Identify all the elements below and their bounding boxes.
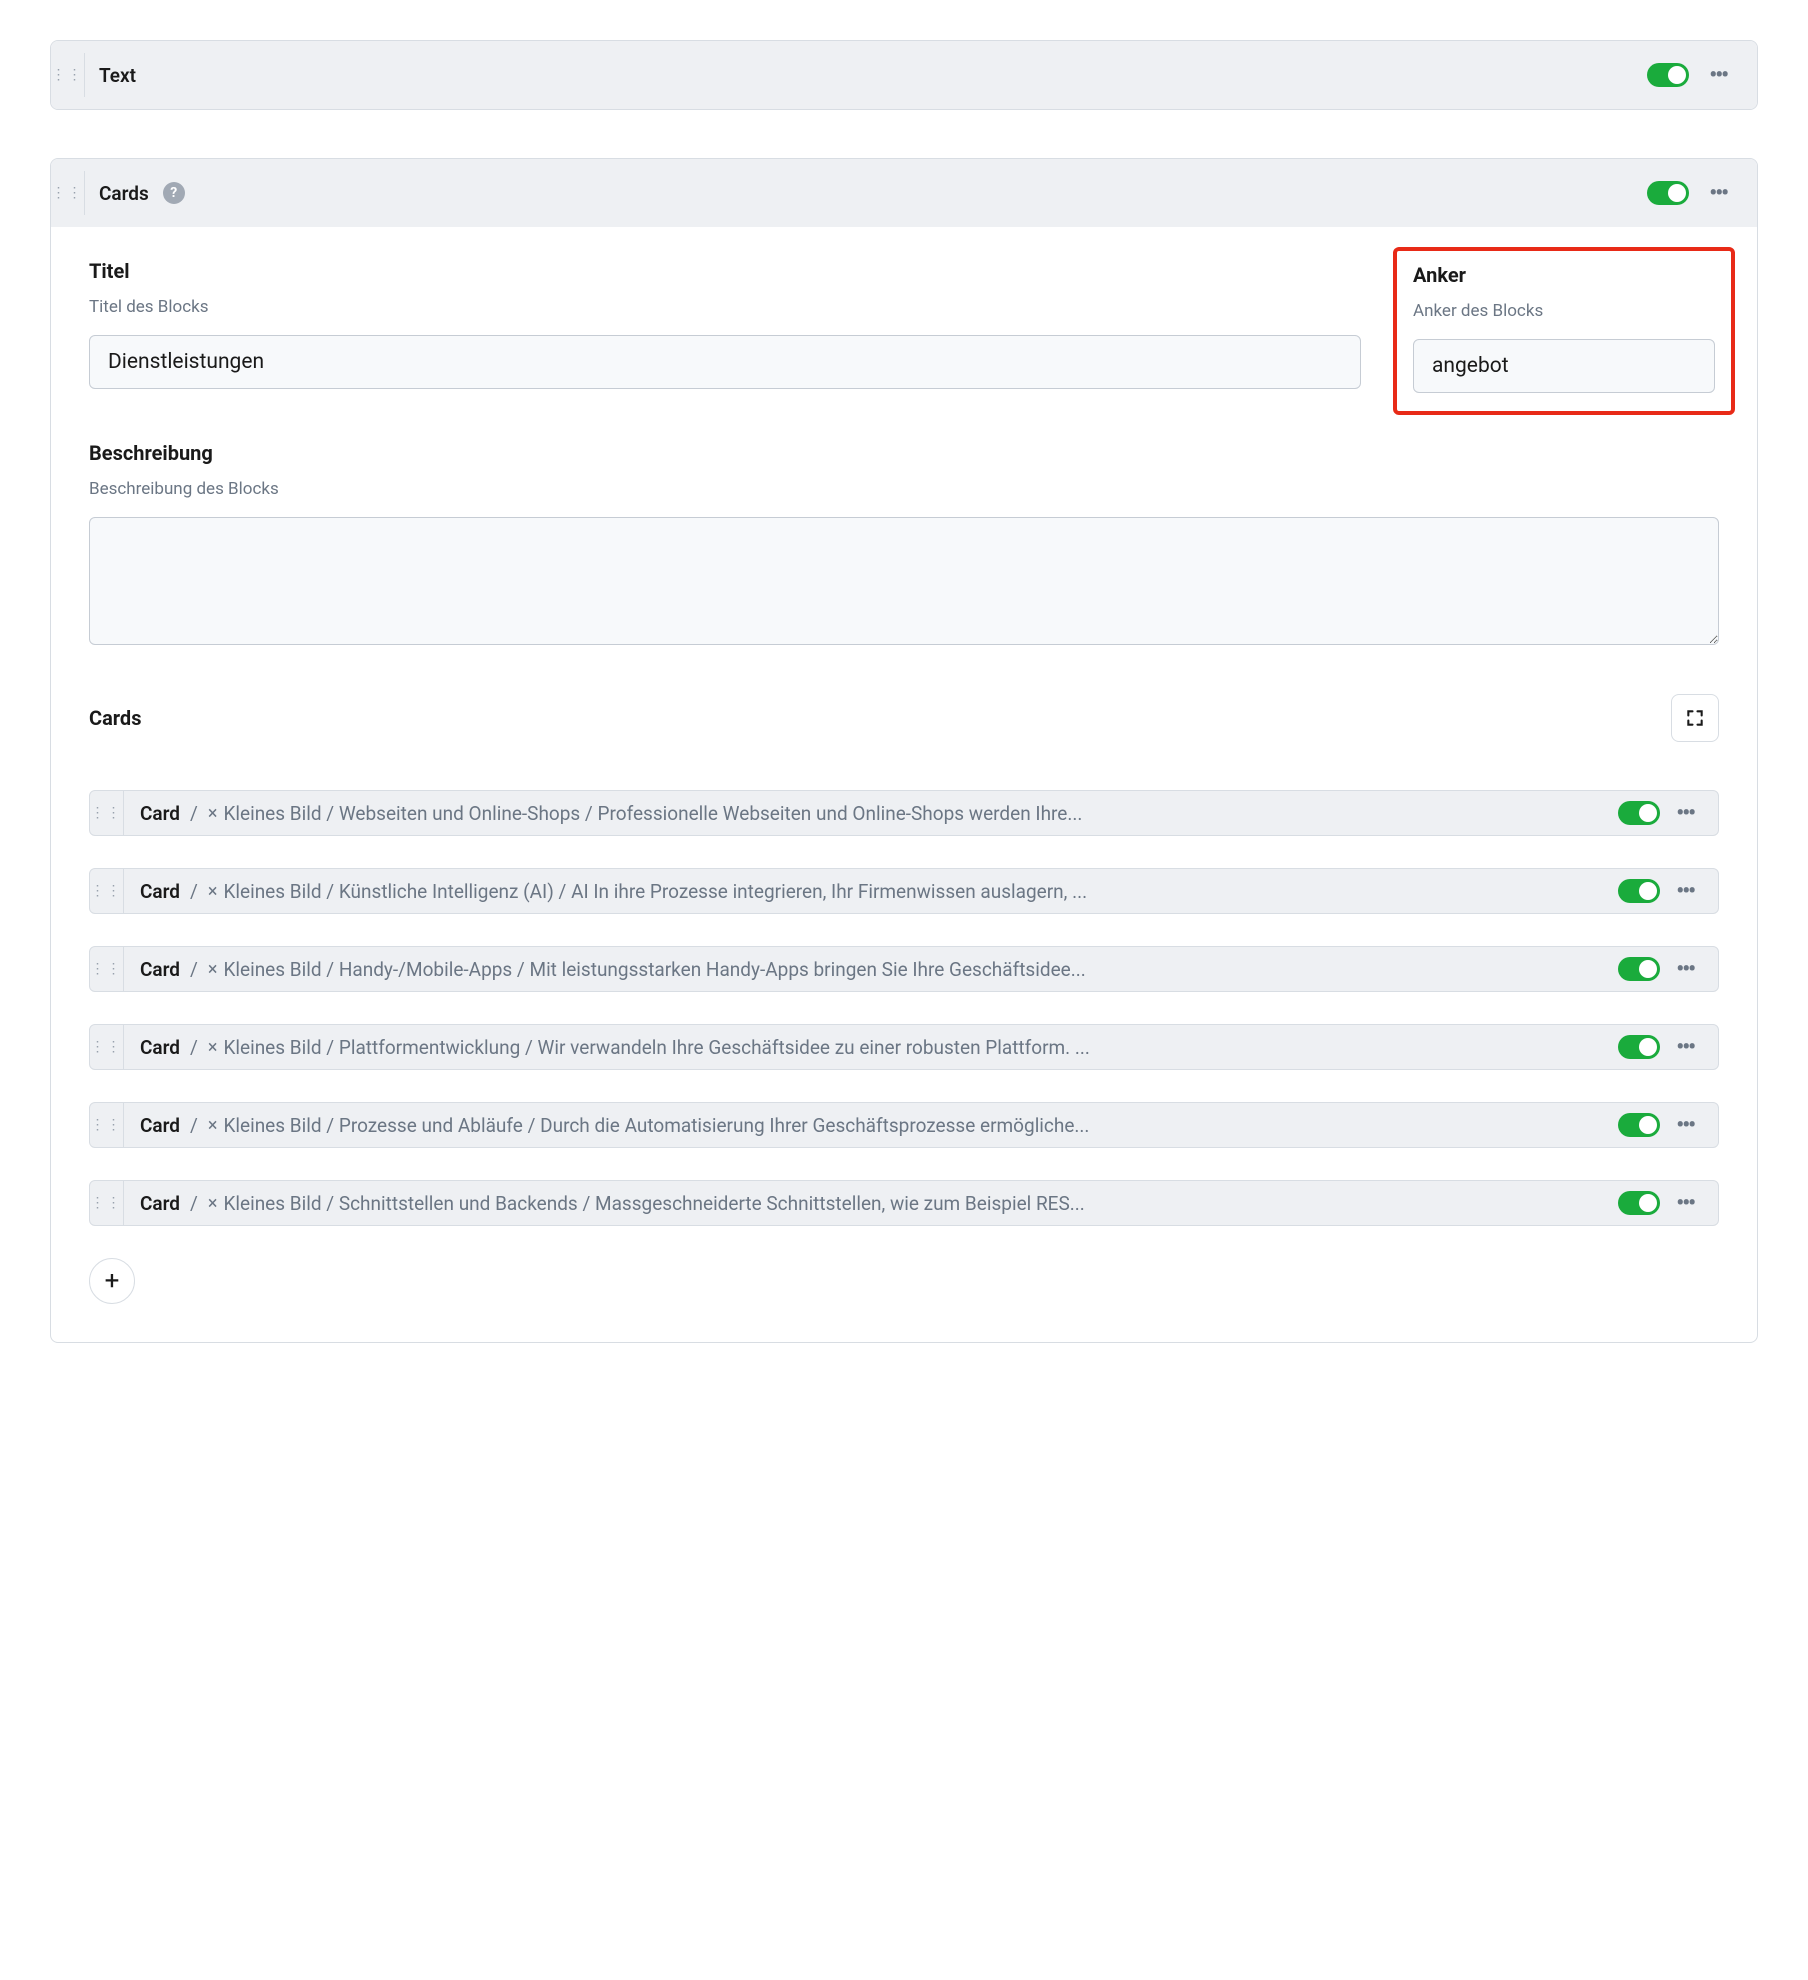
toggle-enabled[interactable] xyxy=(1618,1035,1660,1059)
add-card-button[interactable]: + xyxy=(89,1258,135,1304)
drag-handle-icon[interactable]: ⋮⋮ xyxy=(90,1103,124,1147)
field-beschreibung: Beschreibung Beschreibung des Blocks xyxy=(89,441,1719,650)
close-icon: × xyxy=(208,1037,224,1058)
card-description: Kleines Bild / Plattformentwicklung / Wi… xyxy=(223,1036,1602,1059)
anker-input[interactable] xyxy=(1413,339,1715,393)
cards-list: ⋮⋮Card/×Kleines Bild / Webseiten und Onl… xyxy=(89,790,1719,1226)
toggle-enabled[interactable] xyxy=(1618,879,1660,903)
more-icon[interactable]: ••• xyxy=(1670,957,1700,982)
more-icon[interactable]: ••• xyxy=(1670,801,1700,826)
card-description: Kleines Bild / Webseiten und Online-Shop… xyxy=(223,802,1602,825)
card-item[interactable]: ⋮⋮Card/×Kleines Bild / Künstliche Intell… xyxy=(89,868,1719,914)
field-sublabel: Anker des Blocks xyxy=(1413,301,1715,321)
close-icon: × xyxy=(208,959,224,980)
card-label: Card xyxy=(124,1114,180,1137)
field-sublabel: Titel des Blocks xyxy=(89,297,1361,317)
card-item[interactable]: ⋮⋮Card/×Kleines Bild / Schnittstellen un… xyxy=(89,1180,1719,1226)
card-label: Card xyxy=(124,802,180,825)
separator: / xyxy=(180,1114,208,1137)
card-item[interactable]: ⋮⋮Card/×Kleines Bild / Handy-/Mobile-App… xyxy=(89,946,1719,992)
card-description: Kleines Bild / Künstliche Intelligenz (A… xyxy=(223,880,1602,903)
card-description: Kleines Bild / Prozesse und Abläufe / Du… xyxy=(223,1114,1602,1137)
highlight-box: Anker Anker des Blocks xyxy=(1393,247,1735,415)
drag-handle-icon[interactable]: ⋮⋮ xyxy=(90,1025,124,1069)
block-text: ⋮⋮ Text ••• xyxy=(50,40,1758,110)
more-icon[interactable]: ••• xyxy=(1703,63,1733,88)
more-icon[interactable]: ••• xyxy=(1703,181,1733,206)
field-titel: Titel Titel des Blocks xyxy=(89,259,1361,397)
more-icon[interactable]: ••• xyxy=(1670,1191,1700,1216)
drag-handle-icon[interactable]: ⋮⋮ xyxy=(90,947,124,991)
close-icon: × xyxy=(208,881,224,902)
more-icon[interactable]: ••• xyxy=(1670,1035,1700,1060)
card-item[interactable]: ⋮⋮Card/×Kleines Bild / Plattformentwickl… xyxy=(89,1024,1719,1070)
block-header[interactable]: ⋮⋮ Text ••• xyxy=(51,41,1757,109)
close-icon: × xyxy=(208,1115,224,1136)
separator: / xyxy=(180,1036,208,1059)
card-label: Card xyxy=(124,880,180,903)
cards-section: Cards ⋮⋮Card/×Kleines Bild / Webseiten u… xyxy=(89,694,1719,1304)
field-anker: Anker Anker des Blocks xyxy=(1409,259,1719,397)
card-label: Card xyxy=(124,1192,180,1215)
toggle-enabled[interactable] xyxy=(1618,957,1660,981)
help-icon[interactable]: ? xyxy=(163,182,185,204)
card-description: Kleines Bild / Schnittstellen und Backen… xyxy=(223,1192,1602,1215)
close-icon: × xyxy=(208,803,224,824)
card-description: Kleines Bild / Handy-/Mobile-Apps / Mit … xyxy=(223,958,1602,981)
drag-handle-icon[interactable]: ⋮⋮ xyxy=(51,171,85,215)
field-sublabel: Beschreibung des Blocks xyxy=(89,479,1719,499)
expand-icon xyxy=(1685,708,1705,728)
more-icon[interactable]: ••• xyxy=(1670,879,1700,904)
close-icon: × xyxy=(208,1193,224,1214)
card-item[interactable]: ⋮⋮Card/×Kleines Bild / Webseiten und Onl… xyxy=(89,790,1719,836)
drag-handle-icon[interactable]: ⋮⋮ xyxy=(90,869,124,913)
card-label: Card xyxy=(124,1036,180,1059)
drag-handle-icon[interactable]: ⋮⋮ xyxy=(90,1181,124,1225)
beschreibung-textarea[interactable] xyxy=(89,517,1719,645)
separator: / xyxy=(180,1192,208,1215)
card-item[interactable]: ⋮⋮Card/×Kleines Bild / Prozesse und Ablä… xyxy=(89,1102,1719,1148)
block-title: Text xyxy=(99,64,136,87)
block-title: Cards xyxy=(99,182,149,205)
separator: / xyxy=(180,802,208,825)
block-cards: ⋮⋮ Cards ? ••• Titel Titel des Blocks An… xyxy=(50,158,1758,1343)
toggle-enabled[interactable] xyxy=(1647,63,1689,87)
drag-handle-icon[interactable]: ⋮⋮ xyxy=(90,791,124,835)
drag-handle-icon[interactable]: ⋮⋮ xyxy=(51,53,85,97)
card-label: Card xyxy=(124,958,180,981)
toggle-enabled[interactable] xyxy=(1618,1113,1660,1137)
field-label: Beschreibung xyxy=(89,441,1719,465)
block-body: Titel Titel des Blocks Anker Anker des B… xyxy=(51,227,1757,1342)
toggle-enabled[interactable] xyxy=(1618,801,1660,825)
block-header[interactable]: ⋮⋮ Cards ? ••• xyxy=(51,159,1757,227)
more-icon[interactable]: ••• xyxy=(1670,1113,1700,1138)
expand-button[interactable] xyxy=(1671,694,1719,742)
toggle-enabled[interactable] xyxy=(1647,181,1689,205)
field-label: Anker xyxy=(1413,263,1715,287)
field-label: Titel xyxy=(89,259,1361,283)
toggle-enabled[interactable] xyxy=(1618,1191,1660,1215)
section-title: Cards xyxy=(89,706,141,730)
titel-input[interactable] xyxy=(89,335,1361,389)
separator: / xyxy=(180,880,208,903)
separator: / xyxy=(180,958,208,981)
